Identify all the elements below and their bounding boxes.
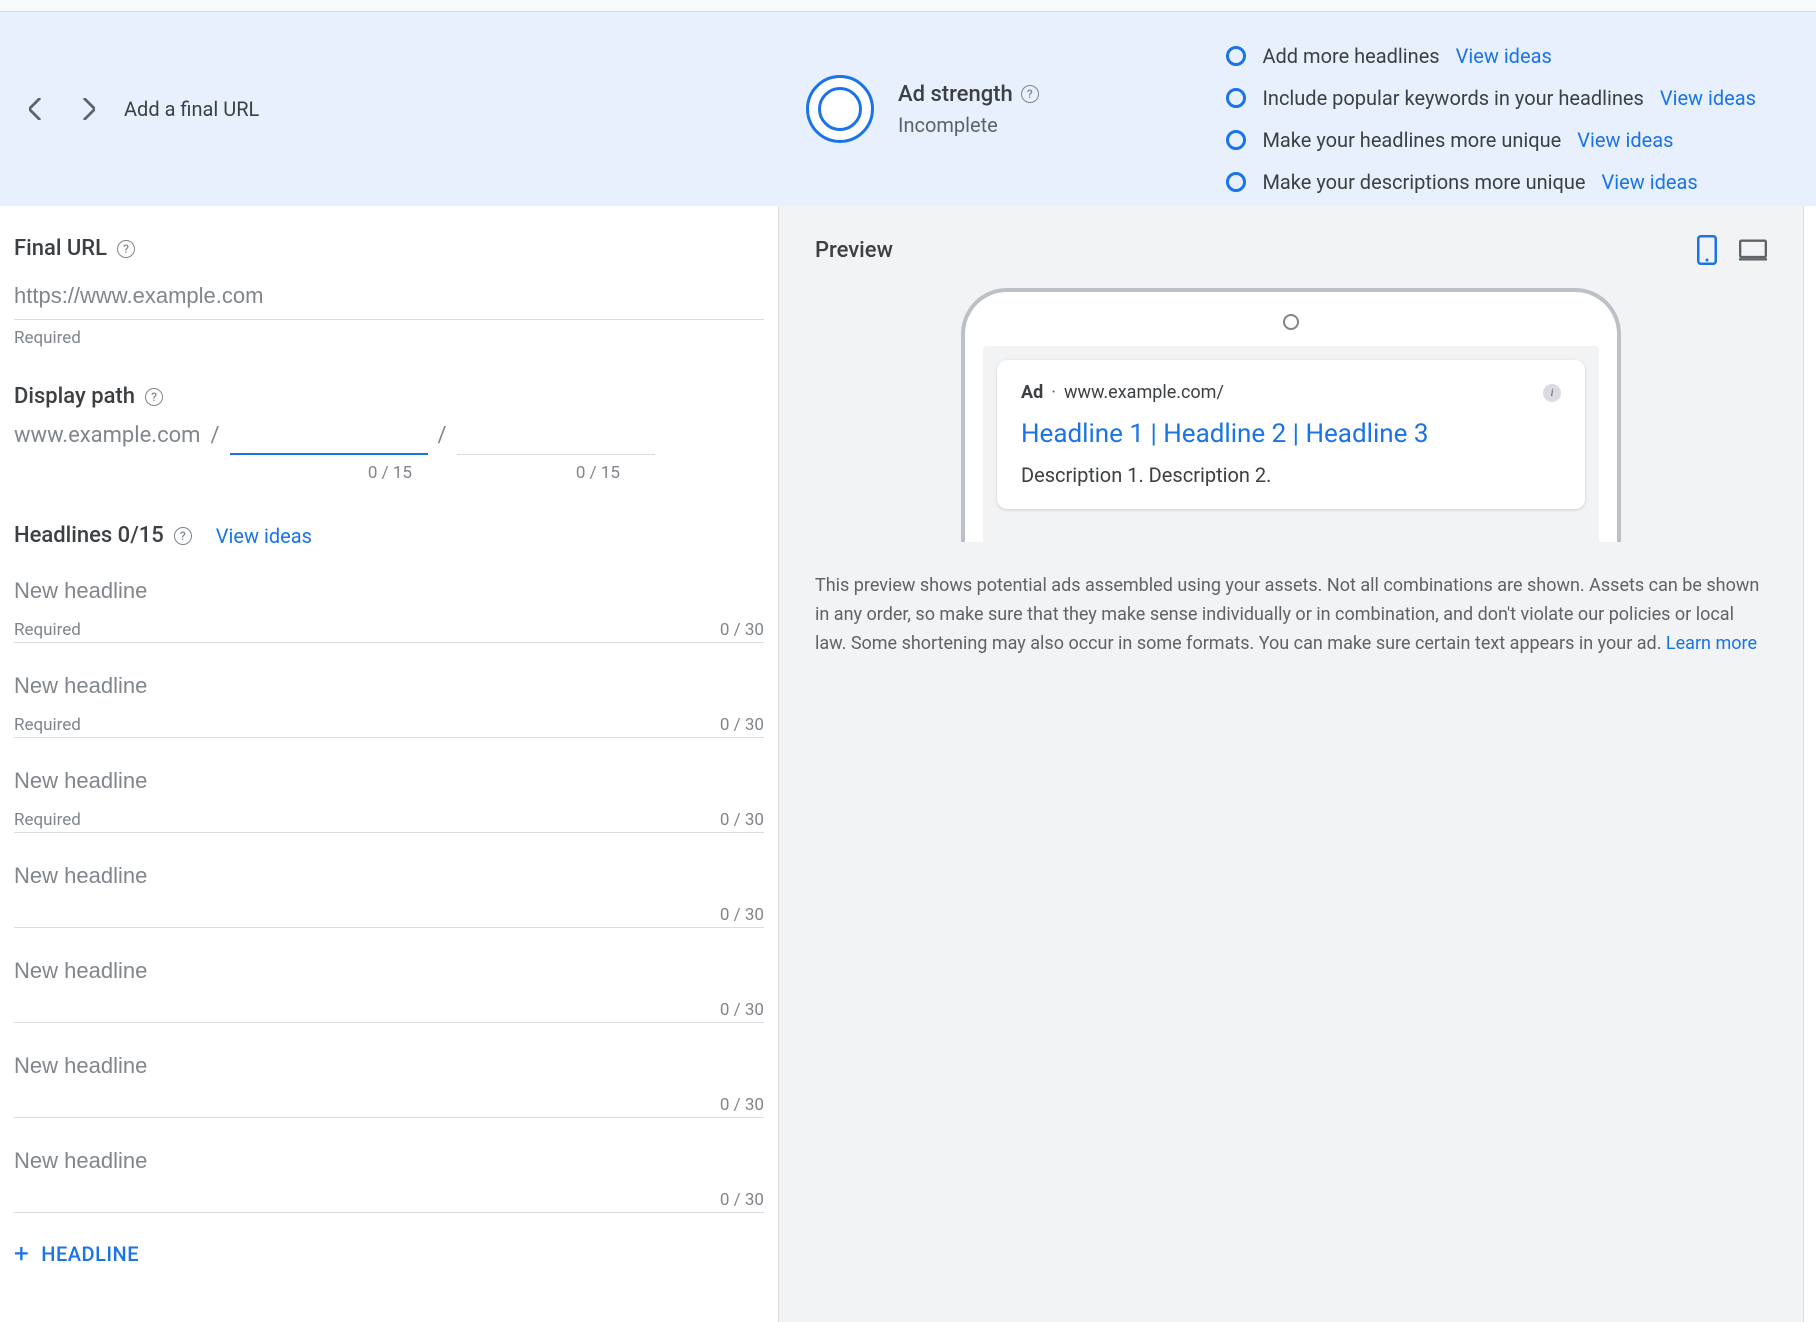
ad-preview-headline: Headline 1 | Headline 2 | Headline 3 [1021,419,1561,449]
ad-strength-title-text: Ad strength [898,82,1013,107]
suggestion-text: Make your descriptions more unique [1262,170,1585,194]
suggestion-bullet-icon [1226,130,1246,150]
headline-field: 0 / 30 [14,1041,764,1118]
preview-desktop-toggle[interactable] [1739,236,1767,264]
phone-speaker-icon [1283,314,1299,330]
add-headline-label: HEADLINE [41,1242,139,1266]
headline-field: Required 0 / 30 [14,566,764,643]
ad-strength-title: Ad strength [898,82,1039,107]
info-icon[interactable] [1543,384,1561,402]
display-path-label-text: Display path [14,384,135,409]
preview-note-text: This preview shows potential ads assembl… [815,575,1759,654]
suggestion-link[interactable]: View ideas [1456,44,1552,68]
learn-more-link[interactable]: Learn more [1666,633,1757,654]
headline-field: 0 / 30 [14,946,764,1023]
display-path-input-1[interactable] [230,415,428,455]
header: Add a final URL Ad strength Incomplete A… [0,12,1816,206]
headline-input[interactable] [14,661,764,709]
ad-strength-status: Incomplete [898,113,1039,137]
suggestion-link[interactable]: View ideas [1660,86,1756,110]
ad-preview-url: www.example.com/ [1064,382,1224,403]
suggestion-link[interactable]: View ideas [1577,128,1673,152]
headline-counter: 0 / 30 [720,905,764,925]
path-counter-1: 0 / 15 [204,463,412,483]
phone-preview-frame: Ad · www.example.com/ Headline 1 | Headl… [961,288,1621,542]
final-url-label-text: Final URL [14,236,107,261]
headline-input[interactable] [14,566,764,614]
headline-required: Required [14,810,81,830]
help-icon[interactable] [117,240,135,258]
suggestion-text: Include popular keywords in your headlin… [1262,86,1643,110]
display-path-base: www.example.com [14,423,200,448]
suggestion-bullet-icon [1226,88,1246,108]
ad-strength-meter-icon [806,75,874,143]
headline-counter: 0 / 30 [720,1000,764,1020]
form-panel: Final URL Required Display path www.exam… [0,206,778,1322]
headlines-label: Headlines 0/15 [14,523,192,548]
headline-required: Required [14,715,81,735]
slash-separator: / [210,423,219,448]
suggestion-row: Include popular keywords in your headlin… [1226,86,1756,110]
breadcrumb: Add a final URL [124,97,259,121]
slash-separator: / [438,423,447,448]
headline-counter: 0 / 30 [720,620,764,640]
suggestion-row: Add more headlines View ideas [1226,44,1756,68]
preview-panel: Preview Ad · www.example.com [779,206,1804,1322]
display-path-input-2[interactable] [457,416,655,455]
suggestion-bullet-icon [1226,46,1246,66]
headline-counter: 0 / 30 [720,810,764,830]
suggestion-bullet-icon [1226,172,1246,192]
display-path-label: Display path [14,384,764,409]
top-strip [0,0,1816,12]
ad-dot-separator: · [1051,382,1056,403]
headline-input[interactable] [14,756,764,804]
headline-counter: 0 / 30 [720,715,764,735]
headline-counter: 0 / 30 [720,1095,764,1115]
headline-input[interactable] [14,1041,764,1089]
display-path-row: www.example.com / / [14,415,764,455]
suggestion-row: Make your headlines more unique View ide… [1226,128,1756,152]
final-url-label: Final URL [14,236,764,261]
path-counter-2: 0 / 15 [412,463,620,483]
headline-field: 0 / 30 [14,851,764,928]
headline-input[interactable] [14,946,764,994]
nav-prev[interactable] [24,97,48,121]
headlines-view-ideas-link[interactable]: View ideas [216,524,312,548]
preview-title: Preview [815,238,893,263]
ad-preview-card: Ad · www.example.com/ Headline 1 | Headl… [997,360,1585,509]
nav-next[interactable] [76,97,100,121]
help-icon[interactable] [145,388,163,406]
preview-disclaimer: This preview shows potential ads assembl… [815,572,1767,658]
headline-field: Required 0 / 30 [14,661,764,738]
ad-strength-block: Ad strength Incomplete [806,75,1039,143]
suggestion-link[interactable]: View ideas [1602,170,1698,194]
suggestion-text: Make your headlines more unique [1262,128,1561,152]
headline-input[interactable] [14,851,764,899]
preview-mobile-toggle[interactable] [1693,236,1721,264]
suggestion-text: Add more headlines [1262,44,1439,68]
headline-field: 0 / 30 [14,1136,764,1213]
suggestions-list: Add more headlines View ideas Include po… [1226,44,1756,194]
nav-arrows [24,97,100,121]
headline-field: Required 0 / 30 [14,756,764,833]
final-url-helper: Required [14,328,81,348]
help-icon[interactable] [174,527,192,545]
plus-icon: + [14,1239,29,1269]
headlines-label-text: Headlines 0/15 [14,523,164,548]
headline-required: Required [14,620,81,640]
ad-preview-description: Description 1. Description 2. [1021,463,1561,487]
headline-input[interactable] [14,1136,764,1184]
final-url-input[interactable] [14,267,764,320]
help-icon[interactable] [1021,85,1039,103]
ad-badge: Ad [1021,382,1043,403]
add-headline-button[interactable]: + HEADLINE [14,1239,764,1269]
headline-counter: 0 / 30 [720,1190,764,1210]
suggestion-row: Make your descriptions more unique View … [1226,170,1756,194]
